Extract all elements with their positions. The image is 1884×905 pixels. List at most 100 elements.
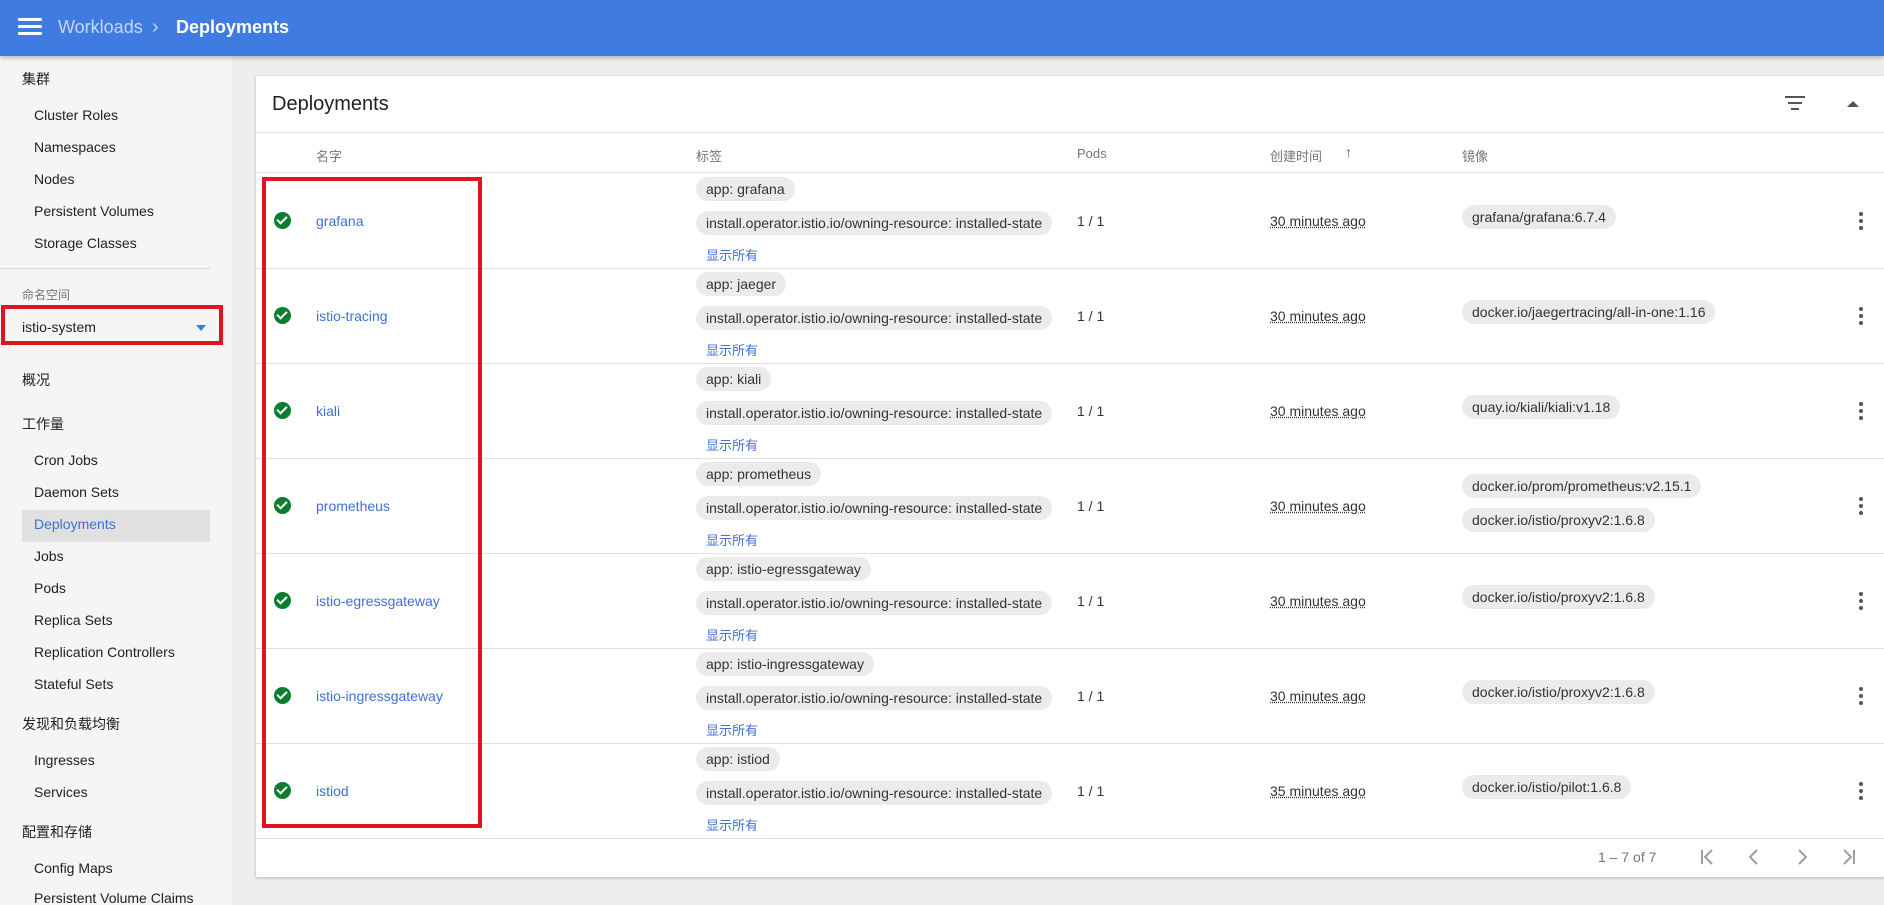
more-vert-icon[interactable]	[1859, 212, 1863, 230]
more-vert-icon[interactable]	[1859, 592, 1863, 610]
created-time[interactable]: 35 minutes ago	[1270, 783, 1366, 799]
sidebar-item-nodes[interactable]: Nodes	[34, 171, 232, 187]
image-chip: quay.io/kiali/kiali:v1.18	[1462, 395, 1621, 419]
label-chip: install.operator.istio.io/owning-resourc…	[696, 591, 1053, 615]
label-chip: install.operator.istio.io/owning-resourc…	[696, 401, 1053, 425]
pods-count: 1 / 1	[1077, 308, 1105, 324]
sidebar-item-cluster-roles[interactable]: Cluster Roles	[34, 107, 232, 123]
sidebar-item-replication-controllers[interactable]: Replication Controllers	[34, 644, 232, 660]
table-row: istio-egressgateway app: istio-egressgat…	[256, 553, 1884, 649]
label-chip: install.operator.istio.io/owning-resourc…	[696, 686, 1053, 710]
image-chip: docker.io/istio/proxyv2:1.6.8	[1462, 508, 1655, 532]
menu-icon[interactable]	[18, 18, 42, 38]
deployment-name-link[interactable]: prometheus	[316, 498, 390, 514]
image-chip: docker.io/prom/prometheus:v2.15.1	[1462, 474, 1702, 498]
show-all-labels-link[interactable]: 显示所有	[706, 340, 758, 359]
top-app-bar: Workloads › Deployments	[0, 0, 1884, 56]
table-row: istio-tracing app: jaeger install.operat…	[256, 268, 1884, 364]
next-page-icon[interactable]	[1790, 846, 1814, 868]
deployment-name-link[interactable]: istio-egressgateway	[316, 593, 440, 609]
sidebar-item-ingresses[interactable]: Ingresses	[34, 752, 232, 768]
card-header-divider	[256, 132, 1884, 133]
pods-count: 1 / 1	[1077, 403, 1105, 419]
check-circle-icon	[274, 592, 291, 609]
sidebar-item-overview[interactable]: 概况	[22, 370, 232, 390]
sidebar-item-jobs[interactable]: Jobs	[34, 548, 232, 564]
card-title: Deployments	[272, 93, 389, 115]
show-all-labels-link[interactable]: 显示所有	[706, 435, 758, 454]
show-all-labels-link[interactable]: 显示所有	[706, 625, 758, 644]
sidebar-item-config-maps[interactable]: Config Maps	[34, 860, 232, 876]
sidebar-item-pods[interactable]: Pods	[34, 580, 232, 596]
first-page-icon[interactable]	[1696, 846, 1720, 868]
namespace-label: 命名空间	[22, 288, 71, 302]
breadcrumb-workloads[interactable]: Workloads	[58, 17, 143, 38]
image-chip: docker.io/istio/proxyv2:1.6.8	[1462, 585, 1655, 609]
more-vert-icon[interactable]	[1859, 782, 1863, 800]
check-circle-icon	[274, 307, 291, 324]
check-circle-icon	[274, 212, 291, 229]
show-all-labels-link[interactable]: 显示所有	[706, 815, 758, 834]
namespace-highlight-box	[1, 305, 223, 345]
check-circle-icon	[274, 687, 291, 704]
sidebar-item-namespaces[interactable]: Namespaces	[34, 139, 232, 155]
pods-count: 1 / 1	[1077, 688, 1105, 704]
created-time[interactable]: 30 minutes ago	[1270, 498, 1366, 514]
breadcrumb-chevron-icon: ›	[152, 16, 159, 38]
more-vert-icon[interactable]	[1859, 402, 1863, 420]
sidebar-item-replica-sets[interactable]: Replica Sets	[34, 612, 232, 628]
label-chip: app: kiali	[696, 367, 772, 391]
more-vert-icon[interactable]	[1859, 307, 1863, 325]
show-all-labels-link[interactable]: 显示所有	[706, 530, 758, 549]
sidebar-item-services[interactable]: Services	[34, 784, 232, 800]
label-chip: install.operator.istio.io/owning-resourc…	[696, 306, 1053, 330]
more-vert-icon[interactable]	[1859, 687, 1863, 705]
created-time[interactable]: 30 minutes ago	[1270, 213, 1366, 229]
sidebar-item-storage-classes[interactable]: Storage Classes	[34, 235, 232, 251]
column-header-created[interactable]: 创建时间	[1270, 146, 1322, 165]
more-vert-icon[interactable]	[1859, 497, 1863, 515]
pods-count: 1 / 1	[1077, 593, 1105, 609]
deployment-name-link[interactable]: grafana	[316, 213, 363, 229]
check-circle-icon	[274, 497, 291, 514]
deployment-name-link[interactable]: istio-tracing	[316, 308, 388, 324]
image-chip: grafana/grafana:6.7.4	[1462, 205, 1616, 229]
image-chip: docker.io/istio/pilot:1.6.8	[1462, 775, 1632, 799]
sidebar-item-cron-jobs[interactable]: Cron Jobs	[34, 452, 232, 468]
filter-icon[interactable]	[1784, 96, 1806, 114]
sidebar-item-persistent-volumes[interactable]: Persistent Volumes	[34, 203, 232, 219]
sidebar-item-stateful-sets[interactable]: Stateful Sets	[34, 676, 232, 692]
sort-ascending-icon[interactable]: ↑	[1345, 144, 1352, 160]
collapse-icon[interactable]	[1847, 101, 1859, 107]
sidebar-header-config[interactable]: 配置和存储	[22, 822, 232, 842]
check-circle-icon	[274, 782, 291, 799]
sidebar-divider	[0, 268, 210, 269]
sidebar-nav: 集群 Cluster Roles Namespaces Nodes Persis…	[0, 56, 232, 905]
deployment-name-link[interactable]: istio-ingressgateway	[316, 688, 443, 704]
sidebar-item-daemon-sets[interactable]: Daemon Sets	[34, 484, 232, 500]
pods-count: 1 / 1	[1077, 783, 1105, 799]
show-all-labels-link[interactable]: 显示所有	[706, 245, 758, 264]
image-chip: docker.io/jaegertracing/all-in-one:1.16	[1462, 300, 1716, 324]
created-time[interactable]: 30 minutes ago	[1270, 308, 1366, 324]
sidebar-item-deployments[interactable]: Deployments	[34, 516, 232, 532]
label-chip: app: istio-egressgateway	[696, 557, 871, 581]
label-chip: install.operator.istio.io/owning-resourc…	[696, 211, 1053, 235]
sidebar-header-discovery[interactable]: 发现和负载均衡	[22, 714, 232, 734]
show-all-labels-link[interactable]: 显示所有	[706, 720, 758, 739]
sidebar-item-persistent-volume-claims[interactable]: Persistent Volume Claims	[34, 890, 232, 905]
last-page-icon[interactable]	[1836, 846, 1860, 868]
table-row: kiali app: kiali install.operator.istio.…	[256, 363, 1884, 459]
created-time[interactable]: 30 minutes ago	[1270, 688, 1366, 704]
deployment-name-link[interactable]: istiod	[316, 783, 349, 799]
created-time[interactable]: 30 minutes ago	[1270, 593, 1366, 609]
sidebar-header-workloads[interactable]: 工作量	[22, 414, 232, 434]
label-chip: app: grafana	[696, 177, 795, 201]
label-chip: app: jaeger	[696, 272, 787, 296]
deployment-name-link[interactable]: kiali	[316, 403, 340, 419]
previous-page-icon[interactable]	[1742, 846, 1766, 868]
label-chip: app: istio-ingressgateway	[696, 652, 874, 676]
column-header-name[interactable]: 名字	[316, 146, 342, 165]
table-row: istiod app: istiod install.operator.isti…	[256, 743, 1884, 839]
created-time[interactable]: 30 minutes ago	[1270, 403, 1366, 419]
